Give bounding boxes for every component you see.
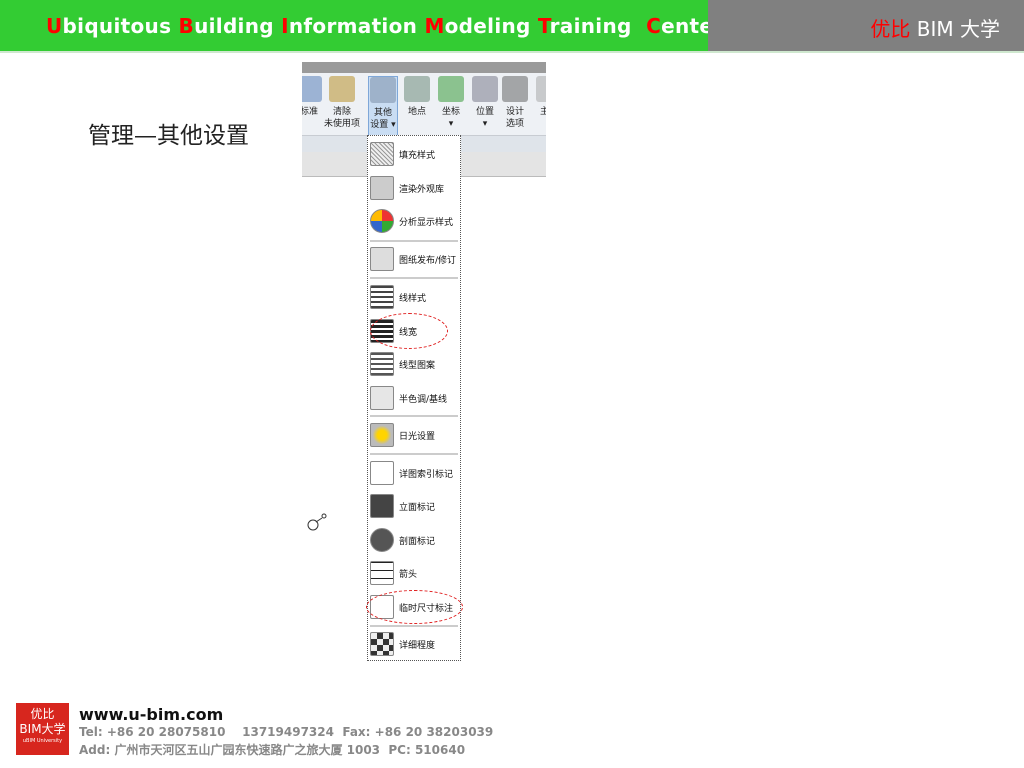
menu-item[interactable]: 线型图案 [370, 350, 458, 378]
menu-separator [370, 625, 458, 627]
title-initial: C [646, 14, 662, 38]
ribbon-label-2: ▾ [448, 119, 454, 129]
ribbon-button-icon [404, 76, 430, 102]
section-tag-icon [370, 528, 394, 552]
title-initial: I [281, 14, 289, 38]
menu-item[interactable]: 分析显示样式 [370, 207, 458, 235]
ribbon-button[interactable]: 其他设置 ▾ [368, 76, 398, 136]
menu-item-label: 渲染外观库 [399, 184, 445, 195]
menu-item[interactable]: 图纸发布/修订 [370, 245, 458, 273]
ribbon-label-2: 标准 [302, 107, 318, 117]
footer-logo: 优比 BIM大学 uBIM University [16, 703, 69, 755]
line-pattern-icon [370, 352, 394, 376]
sun-settings-icon [370, 423, 394, 447]
menu-item-label: 半色调/基线 [399, 394, 448, 405]
ribbon-button-icon [302, 76, 322, 102]
ribbon-label-1: 地点 [407, 107, 426, 117]
fill-pattern-icon [370, 142, 394, 166]
render-library-icon [370, 176, 394, 200]
menu-item-label: 图纸发布/修订 [399, 255, 457, 266]
halftone-icon [370, 386, 394, 410]
ribbon-button[interactable]: 标准 [302, 76, 324, 118]
title-initial: B [178, 14, 195, 38]
menu-item[interactable]: 日光设置 [370, 421, 458, 449]
title-initial: M [424, 14, 445, 38]
ribbon-button[interactable]: 坐标 ▾ [436, 76, 466, 130]
ribbon-label-1: 坐标 [441, 107, 460, 117]
title-word-rest: biquitous [62, 14, 179, 38]
sheet-revision-icon [370, 247, 394, 271]
header-title: Ubiquitous Building Information Modeling… [0, 0, 723, 51]
ribbon-label-1: 其他 [373, 108, 392, 118]
header-brand: 优比 BIM 大学 [870, 17, 1000, 41]
ribbon-label-2: 设置 ▾ [370, 120, 396, 130]
menu-item-label: 分析显示样式 [399, 217, 454, 228]
detail-level-icon [370, 632, 394, 656]
ribbon-label-2: 选项 [505, 119, 524, 129]
title-word-rest: uilding [194, 14, 282, 38]
menu-item[interactable]: 剖面标记 [370, 526, 458, 554]
ribbon-button-icon [329, 76, 355, 102]
quick-access-strip [302, 62, 546, 73]
menu-item-label: 线型图案 [399, 360, 436, 371]
ribbon-button-icon [472, 76, 498, 102]
menu-item[interactable]: 箭头 [370, 559, 458, 587]
elevation-tag-icon [370, 494, 394, 518]
menu-item[interactable]: 线样式 [370, 283, 458, 311]
ribbon-button-icon [438, 76, 464, 102]
ribbon-label-1: 清除 [332, 107, 351, 117]
title-initial: U [46, 14, 63, 38]
menu-separator [370, 415, 458, 417]
menu-item-label: 详图索引标记 [399, 469, 454, 480]
menu-item-label: 填充样式 [399, 150, 436, 161]
menu-item-label: 线样式 [399, 293, 427, 304]
header-divider [0, 51, 1024, 53]
title-word-rest: odeling [444, 14, 538, 38]
title-word-rest: nformation [288, 14, 425, 38]
ribbon-label-2: ▾ [482, 119, 488, 129]
menu-separator [370, 277, 458, 279]
menu-item-label: 详细程度 [399, 640, 436, 651]
other-settings-dropdown-menu: 填充样式 渲染外观库 分析显示样式 图纸发布/修订 线样式 线宽 线型图案 半色调/基线 日光设… [367, 135, 461, 661]
callout-tag-icon [370, 461, 394, 485]
footer-tel: Tel: +86 20 28075810 13719497324 Fax: +8… [79, 725, 494, 739]
line-style-icon [370, 285, 394, 309]
title-initial: T [537, 14, 550, 38]
menu-item[interactable]: 半色调/基线 [370, 384, 458, 412]
ribbon-button[interactable]: 设计 选项 [500, 76, 530, 130]
ribbon-button-icon [502, 76, 528, 102]
menu-item[interactable]: 详图索引标记 [370, 459, 458, 487]
title-word-rest: raining [549, 14, 647, 38]
stray-symbol-icon [307, 513, 327, 531]
ribbon-button[interactable]: 地点 [402, 76, 432, 118]
menu-item[interactable]: 详细程度 [370, 630, 458, 658]
menu-item[interactable]: 立面标记 [370, 492, 458, 520]
menu-item-label: 立面标记 [399, 502, 436, 513]
arrow-icon [370, 561, 394, 585]
header-brand-bar: 优比 BIM 大学 [708, 0, 1024, 51]
footer-website[interactable]: www.u-bim.com [79, 705, 223, 724]
ribbon-label-2: 未使用项 [323, 119, 360, 129]
ribbon-button[interactable]: 位置 ▾ [470, 76, 500, 130]
ribbon-button-icon [370, 77, 396, 103]
ribbon-button[interactable]: 清除 未使用项 [322, 76, 362, 130]
ribbon-label-1: 设计 [505, 107, 524, 117]
ribbon-label-1: 位置 [475, 107, 494, 117]
ribbon-button[interactable]: 主模 [534, 76, 546, 118]
slide-title: 管理—其他设置 [88, 123, 249, 149]
menu-item-label: 日光设置 [399, 431, 436, 442]
ribbon-button-icon [536, 76, 546, 102]
menu-separator [370, 240, 458, 242]
menu-item-label: 剖面标记 [399, 536, 436, 547]
menu-item[interactable]: 填充样式 [370, 140, 458, 168]
menu-item[interactable]: 渲染外观库 [370, 174, 458, 202]
ribbon-label-2: 主模 [534, 106, 546, 118]
menu-item-label: 箭头 [399, 569, 418, 580]
footer-address: Add: 广州市天河区五山广园东快速路广之旅大厦 1003 PC: 510640 [79, 743, 466, 757]
menu-separator [370, 453, 458, 455]
highlight-ellipse-lineweight [370, 313, 448, 349]
analysis-display-icon [370, 209, 394, 233]
highlight-ellipse-temp-dimension [366, 590, 463, 624]
